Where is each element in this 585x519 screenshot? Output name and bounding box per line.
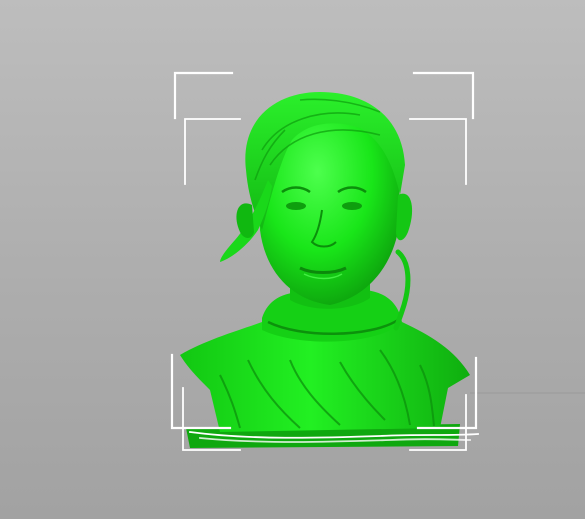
bbox-corner-top-right-inner bbox=[409, 118, 467, 185]
right-ear bbox=[396, 193, 413, 241]
bbox-corner-top-left-outer bbox=[173, 71, 234, 120]
3d-viewport[interactable] bbox=[0, 0, 585, 519]
bbox-corner-top-left-inner bbox=[184, 118, 241, 185]
bbox-corner-top-right-outer bbox=[412, 71, 475, 120]
bust-model[interactable] bbox=[180, 92, 470, 448]
left-ear bbox=[236, 203, 254, 238]
scene-svg bbox=[170, 71, 585, 451]
cable bbox=[393, 249, 411, 331]
